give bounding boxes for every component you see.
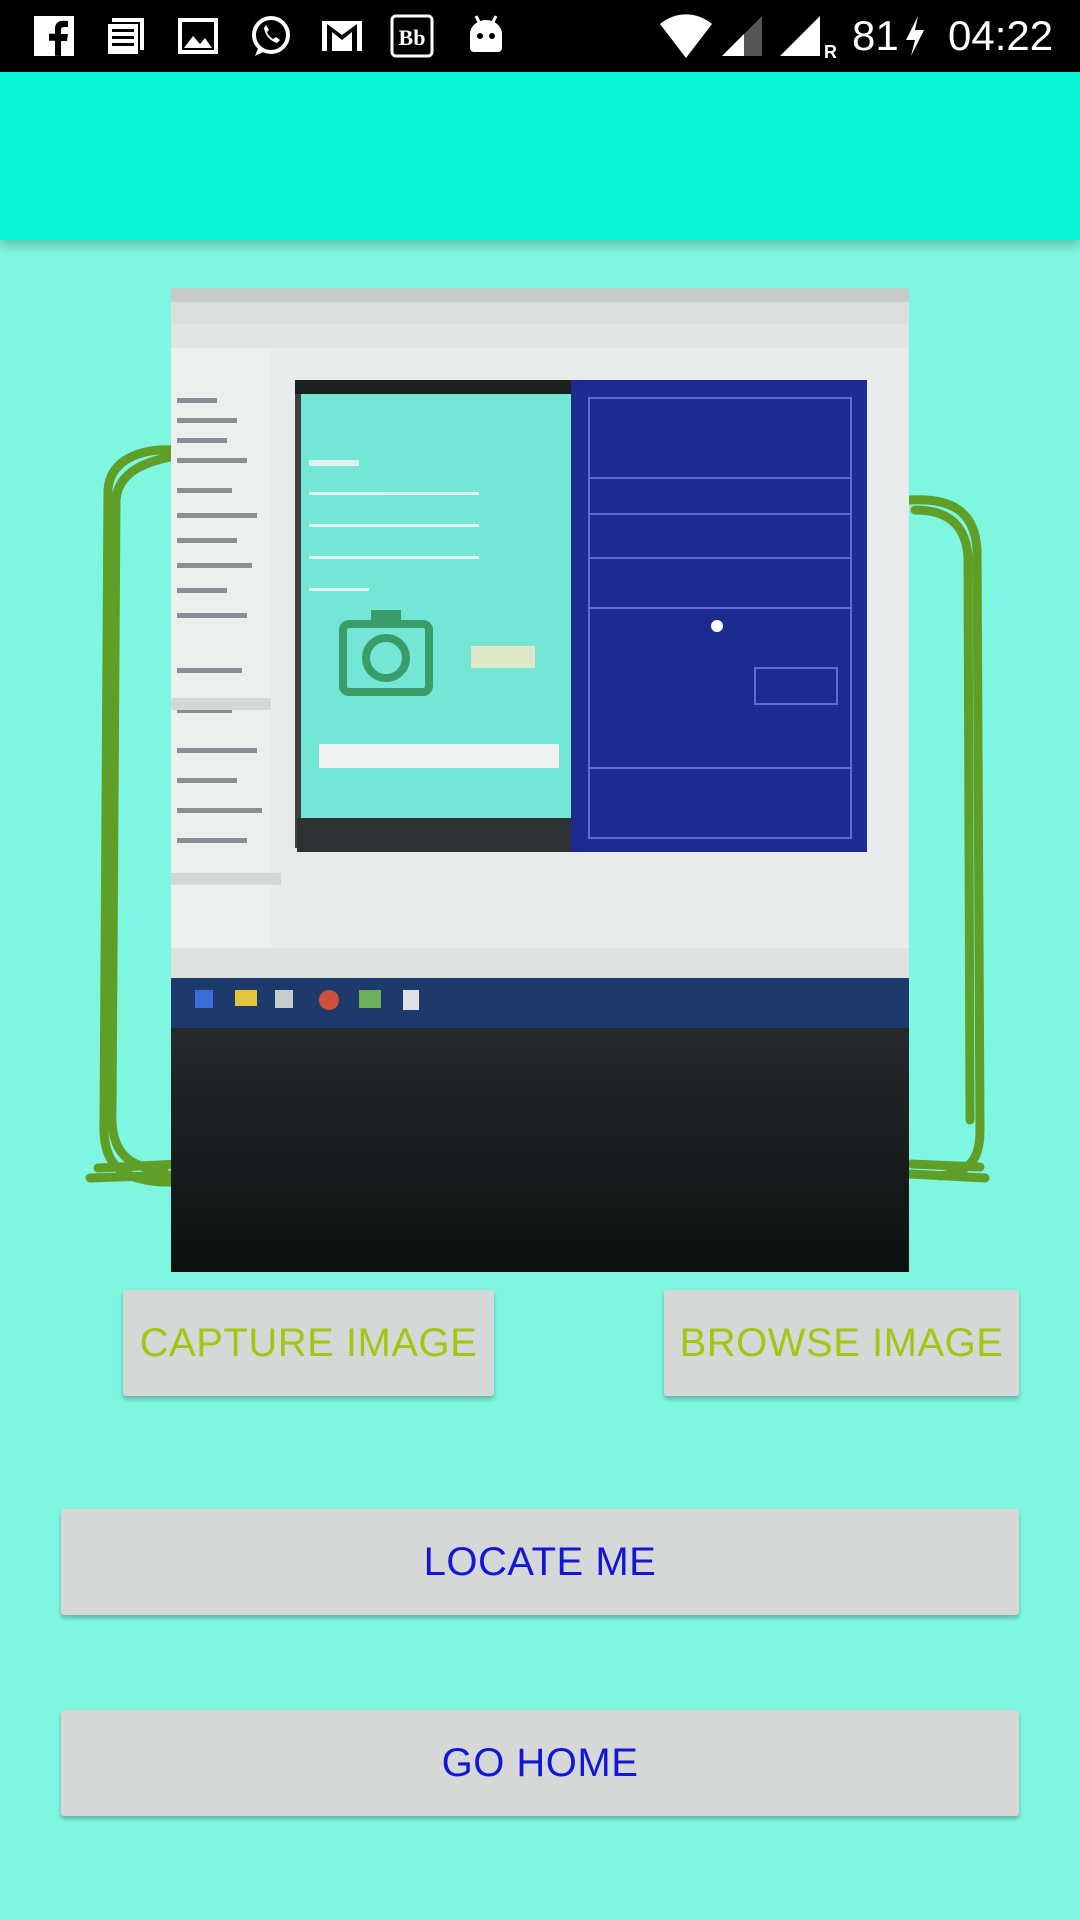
signal-roaming-icon: R xyxy=(780,16,836,60)
blackboard-icon: Bb xyxy=(390,14,434,58)
go-home-button[interactable]: GO HOME xyxy=(61,1710,1019,1816)
gallery-icon xyxy=(178,18,218,54)
capture-image-button[interactable]: CAPTURE IMAGE xyxy=(123,1290,494,1396)
facebook-icon xyxy=(34,16,74,56)
charging-icon xyxy=(906,16,924,56)
battery-level: 81 xyxy=(852,12,899,59)
app-toolbar xyxy=(0,72,1080,240)
svg-text:Bb: Bb xyxy=(399,25,426,50)
signal-icon xyxy=(722,16,762,56)
android-icon xyxy=(470,15,502,52)
captured-photo xyxy=(171,288,909,1272)
image-preview xyxy=(171,288,909,1272)
whatsapp-icon xyxy=(252,16,290,56)
news-icon xyxy=(106,18,144,56)
wifi-icon xyxy=(660,14,712,58)
gmail-icon xyxy=(322,21,362,51)
status-bar: Bb R 81 04:22 xyxy=(0,0,1080,72)
svg-text:R: R xyxy=(824,42,836,60)
browse-image-button[interactable]: BROWSE IMAGE xyxy=(664,1290,1019,1396)
clock: 04:22 xyxy=(948,12,1054,59)
locate-me-button[interactable]: LOCATE ME xyxy=(61,1509,1019,1615)
